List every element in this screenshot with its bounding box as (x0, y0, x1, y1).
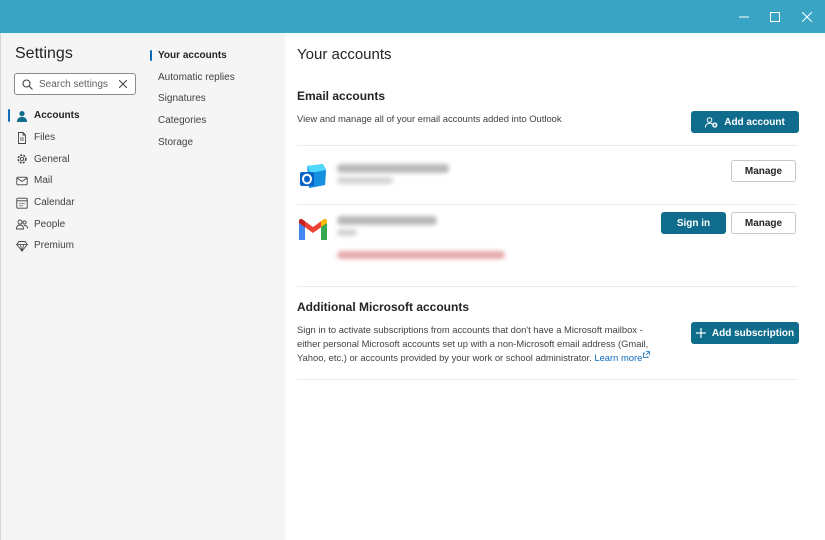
mail-icon (16, 175, 28, 187)
accounts-subnav: Your accounts Automatic replies Signatur… (148, 33, 285, 540)
open-external-icon (643, 351, 651, 358)
nav-label: General (34, 153, 70, 165)
calendar-icon (16, 197, 28, 209)
add-account-button[interactable]: Add account (691, 111, 799, 133)
divider (297, 379, 798, 380)
manage-outlook-account-button[interactable]: Manage (731, 160, 796, 182)
person-icon (16, 110, 28, 122)
add-account-label: Add account (724, 116, 785, 128)
nav-label: Calendar (34, 197, 75, 209)
file-icon (16, 131, 28, 144)
nav-item-people[interactable]: People (1, 213, 149, 235)
minimize-button[interactable] (727, 0, 761, 33)
diamond-icon (16, 240, 28, 252)
search-box[interactable] (14, 73, 136, 95)
maximize-button[interactable] (758, 0, 792, 33)
settings-sidebar: Settings Accounts Files (0, 33, 148, 540)
add-subscription-button[interactable]: Add subscription (691, 322, 799, 344)
close-icon (802, 11, 812, 22)
nav-item-premium[interactable]: Premium (1, 235, 149, 257)
nav-label: Accounts (34, 110, 80, 122)
settings-title: Settings (15, 45, 73, 62)
nav-label: Mail (34, 175, 53, 187)
gmail-icon (297, 214, 329, 246)
page-title: Your accounts (297, 46, 392, 63)
outlook-icon (297, 161, 329, 193)
account-type-redacted (337, 229, 357, 236)
divider (297, 145, 798, 146)
subnav-item-signatures[interactable]: Signatures (148, 88, 285, 110)
divider (297, 286, 798, 287)
additional-accounts-heading: Additional Microsoft accounts (297, 300, 470, 314)
plus-icon (695, 328, 706, 338)
nav-label: Premium (34, 240, 75, 252)
sign-in-warning-redacted (337, 251, 505, 259)
additional-accounts-description: Sign in to activate subscriptions from a… (297, 323, 657, 365)
close-button[interactable] (790, 0, 824, 33)
sign-in-button[interactable]: Sign in (661, 212, 726, 234)
email-accounts-heading: Email accounts (297, 89, 386, 103)
nav-item-files[interactable]: Files (1, 127, 149, 149)
title-bar (0, 0, 825, 33)
learn-more-link[interactable]: Learn more (594, 351, 651, 363)
subnav-item-your-accounts[interactable]: Your accounts (148, 45, 285, 67)
nav-label: People (34, 218, 66, 230)
settings-window: Settings Accounts Files (0, 33, 825, 540)
nav-item-mail[interactable]: Mail (1, 170, 149, 192)
nav-item-accounts[interactable]: Accounts (1, 105, 149, 127)
people-icon (16, 218, 28, 230)
nav-label: Files (34, 132, 56, 144)
settings-nav: Accounts Files General Mail Calendar Peo… (1, 105, 149, 257)
subnav-item-categories[interactable]: Categories (148, 110, 285, 132)
email-accounts-description: View and manage all of your email accoun… (297, 113, 562, 124)
clear-search-button[interactable] (117, 78, 129, 90)
divider (297, 204, 798, 205)
nav-item-calendar[interactable]: Calendar (1, 192, 149, 214)
add-person-icon (705, 116, 718, 128)
learn-more-label: Learn more (594, 352, 643, 363)
account-type-redacted (337, 177, 393, 184)
subnav-item-storage[interactable]: Storage (148, 131, 285, 153)
nav-item-general[interactable]: General (1, 148, 149, 170)
search-icon (22, 78, 34, 90)
account-email-redacted (337, 216, 437, 225)
main-pane: Your accounts Email accounts View and ma… (285, 33, 825, 540)
minimize-icon (739, 16, 749, 17)
maximize-icon (770, 11, 780, 22)
subnav-list: Your accounts Automatic replies Signatur… (148, 45, 285, 153)
account-email-redacted (337, 164, 449, 173)
gear-icon (16, 153, 28, 165)
subnav-item-automatic-replies[interactable]: Automatic replies (148, 67, 285, 89)
manage-gmail-account-button[interactable]: Manage (731, 212, 796, 234)
add-subscription-label: Add subscription (711, 327, 795, 339)
dismiss-icon (119, 80, 127, 88)
search-input[interactable] (39, 78, 121, 90)
